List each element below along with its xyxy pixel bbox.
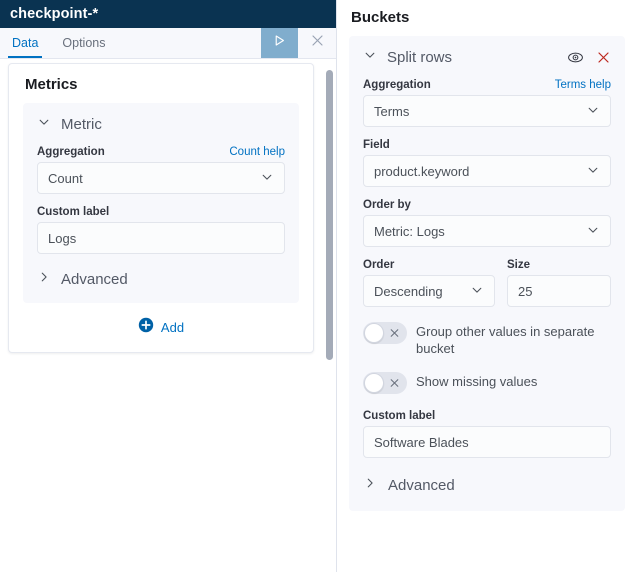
metric-aggregation-value: Count xyxy=(48,170,83,186)
show-missing-values-toggle[interactable] xyxy=(363,372,407,394)
plus-circle-icon xyxy=(138,317,154,338)
buckets-heading: Buckets xyxy=(351,9,410,26)
metric-aggregation-label: Aggregation xyxy=(37,146,105,158)
chevron-down-icon xyxy=(586,223,600,240)
right-buckets-panel: Buckets Split rows Aggregation Terms hel… xyxy=(337,0,637,572)
tab-options-label: Options xyxy=(62,36,106,50)
tab-data-label: Data xyxy=(12,36,39,50)
toggle-knob xyxy=(364,373,384,393)
bucket-size-input[interactable]: 25 xyxy=(507,275,611,307)
split-rows-label: Split rows xyxy=(387,49,453,66)
metric-accordion-toggle[interactable]: Metric xyxy=(37,115,285,134)
bucket-order-by-value: Metric: Logs xyxy=(374,223,445,239)
bucket-custom-label-field: Custom label Software Blades xyxy=(363,410,611,458)
close-editor-button[interactable] xyxy=(298,28,336,58)
metric-custom-label-field: Custom label Logs xyxy=(37,206,285,254)
metric-advanced-label: Advanced xyxy=(61,271,128,288)
bucket-size-value: 25 xyxy=(518,283,533,299)
order-size-row: Order Descending Size 25 xyxy=(363,259,611,307)
bucket-field-select[interactable]: product.keyword xyxy=(363,155,611,187)
chevron-down-icon xyxy=(586,103,600,120)
add-metric-label: Add xyxy=(160,320,185,335)
metric-accordion-label: Metric xyxy=(61,116,102,133)
chevron-right-icon xyxy=(363,476,377,495)
metric-custom-label-input[interactable]: Logs xyxy=(37,222,285,254)
close-x-icon[interactable] xyxy=(596,50,611,65)
bucket-order-select[interactable]: Descending xyxy=(363,275,495,307)
bucket-advanced-toggle[interactable]: Advanced xyxy=(363,476,611,495)
bucket-advanced-label: Advanced xyxy=(388,477,455,494)
metric-aggregation-field: Aggregation Count help Count xyxy=(37,146,285,194)
bucket-field-field: Field product.keyword xyxy=(363,139,611,187)
bucket-field-labelline: Field xyxy=(363,139,611,151)
metrics-heading: Metrics xyxy=(25,76,78,93)
add-metric-button[interactable]: Add xyxy=(23,317,299,338)
bucket-order-label: Order xyxy=(363,259,395,271)
editor-titlebar: checkpoint-* xyxy=(0,0,336,28)
apply-changes-button[interactable] xyxy=(261,28,298,58)
show-missing-values-row: Show missing values xyxy=(363,371,611,394)
chevron-down-icon xyxy=(260,170,274,187)
metric-custom-label-labelline: Custom label xyxy=(37,206,285,218)
play-triangle-icon xyxy=(272,33,287,53)
tab-data[interactable]: Data xyxy=(0,28,50,58)
bucket-aggregation-select[interactable]: Terms xyxy=(363,95,611,127)
bucket-size-labelline: Size xyxy=(507,259,611,271)
metrics-card: Metrics Metric Aggregation Count help Co… xyxy=(8,63,314,353)
toggle-knob xyxy=(364,323,384,343)
metric-aggregation-select[interactable]: Count xyxy=(37,162,285,194)
tab-options[interactable]: Options xyxy=(50,28,117,58)
split-rows-accordion: Split rows Aggregation Terms help Terms … xyxy=(349,36,625,511)
split-rows-header: Split rows xyxy=(363,48,611,67)
bucket-custom-label-input[interactable]: Software Blades xyxy=(363,426,611,458)
bucket-field-label: Field xyxy=(363,139,390,151)
left-panel-scrollbar-thumb[interactable] xyxy=(326,70,333,360)
group-other-values-label: Group other values in separate bucket xyxy=(416,324,595,356)
bucket-size-field: Size 25 xyxy=(507,259,611,307)
visualization-editor: checkpoint-* Data Options Metrics Metric… xyxy=(0,0,637,572)
bucket-order-field: Order Descending xyxy=(363,259,495,307)
editor-tabbar: Data Options xyxy=(0,28,336,59)
bucket-order-value: Descending xyxy=(374,283,443,299)
chevron-down-icon xyxy=(37,115,51,134)
bucket-order-labelline: Order xyxy=(363,259,495,271)
bucket-order-by-field: Order by Metric: Logs xyxy=(363,199,611,247)
metric-aggregation-labelline: Aggregation Count help xyxy=(37,146,285,158)
split-rows-header-actions xyxy=(567,49,611,66)
chevron-right-icon xyxy=(37,270,51,289)
bucket-custom-label-labelline: Custom label xyxy=(363,410,611,422)
bucket-aggregation-label: Aggregation xyxy=(363,79,431,91)
bucket-size-label: Size xyxy=(507,259,531,271)
show-missing-values-label: Show missing values xyxy=(416,374,538,389)
metric-custom-label-value: Logs xyxy=(48,230,77,246)
group-other-values-toggle[interactable] xyxy=(363,322,407,344)
chevron-down-icon[interactable] xyxy=(363,48,377,67)
toggle-off-x-icon xyxy=(389,378,400,389)
bucket-aggregation-value: Terms xyxy=(374,103,410,119)
toggle-off-x-icon xyxy=(389,328,400,339)
bucket-aggregation-labelline: Aggregation Terms help xyxy=(363,79,611,91)
index-pattern-title: checkpoint-* xyxy=(10,6,99,22)
group-other-values-row: Group other values in separate bucket xyxy=(363,321,611,357)
metric-advanced-toggle[interactable]: Advanced xyxy=(37,270,285,289)
bucket-order-by-select[interactable]: Metric: Logs xyxy=(363,215,611,247)
chevron-down-icon xyxy=(470,283,484,300)
close-icon xyxy=(310,33,325,53)
bucket-custom-label-label: Custom label xyxy=(363,410,436,422)
tabbar-spacer xyxy=(118,28,262,58)
chevron-down-icon xyxy=(586,163,600,180)
bucket-custom-label-value: Software Blades xyxy=(374,434,469,450)
terms-help-link[interactable]: Terms help xyxy=(555,79,611,91)
bucket-order-by-labelline: Order by xyxy=(363,199,611,211)
bucket-field-value: product.keyword xyxy=(374,163,470,179)
left-editor-panel: checkpoint-* Data Options Metrics Metric… xyxy=(0,0,336,572)
bucket-order-by-label: Order by xyxy=(363,199,411,211)
metric-accordion: Metric Aggregation Count help Count Cust… xyxy=(23,103,299,303)
metric-custom-label-label: Custom label xyxy=(37,206,110,218)
eye-icon[interactable] xyxy=(567,49,584,66)
count-help-link[interactable]: Count help xyxy=(229,146,285,158)
bucket-aggregation-field: Aggregation Terms help Terms xyxy=(363,79,611,127)
